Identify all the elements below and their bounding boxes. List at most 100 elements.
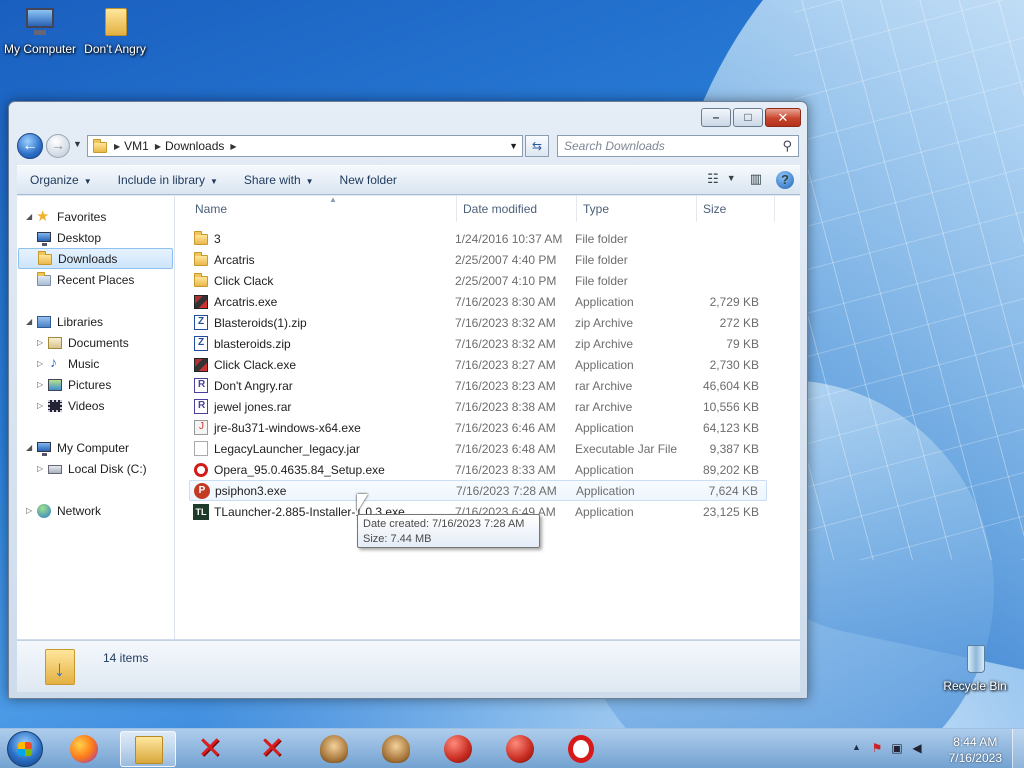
search-input[interactable]: Search Downloads ⚲ [557,135,799,157]
chevron-down-icon: ▼ [305,177,314,186]
start-button[interactable] [7,731,43,767]
nav-label: Videos [68,398,105,413]
file-date: 7/16/2023 8:27 AM [455,357,556,372]
column-header-date-modified[interactable]: Date modified [457,196,577,222]
column-header-type[interactable]: Type [577,196,697,222]
file-type: Application [575,357,634,372]
clock[interactable]: 8:44 AM 7/16/2023 [949,734,1002,766]
network-disconnected-icon[interactable]: ▣ [890,741,904,755]
new-folder-button[interactable]: New folder [327,173,410,187]
show-desktop-button[interactable] [1012,729,1024,768]
breadcrumb-vm1[interactable]: VM1 [124,139,149,153]
file-row[interactable]: Ppsiphon3.exe 7/16/2023 7:28 AM Applicatio… [189,480,767,501]
search-icon[interactable]: ⚲ [782,138,792,154]
file-row[interactable]: jewel jones.rar 7/16/2023 8:38 AM rar Arch… [189,396,767,417]
file-date: 7/16/2023 7:28 AM [456,483,557,498]
taskbar-app-cowboy-2[interactable] [368,731,424,767]
file-date: 7/16/2023 8:38 AM [455,399,556,414]
taskbar-app-bird-2[interactable] [492,731,548,767]
taskbar-app-red-x-2[interactable]: ✕ [244,731,300,767]
file-row[interactable]: jre-8u371-windows-x64.exe 7/16/2023 6:46 … [189,417,767,438]
chevron-down-icon[interactable]: ▼ [727,173,736,189]
column-header-size[interactable]: Size [697,196,775,222]
file-row[interactable]: Blasteroids(1).zip 7/16/2023 8:32 AM zip A… [189,312,767,333]
file-row[interactable]: Click Clack.exe 7/16/2023 8:27 AM Applicat… [189,354,767,375]
show-hidden-icons-icon[interactable]: ▲ [852,742,861,752]
taskbar-app-explorer[interactable] [120,731,176,767]
address-dropdown-icon[interactable]: ▼ [509,141,518,151]
share-with-button[interactable]: Share with ▼ [231,173,327,187]
collapse-arrow-icon[interactable]: ▷ [37,464,47,473]
file-row[interactable]: 3 1/24/2016 10:37 AM File folder [189,228,767,249]
nav-item-my-computer[interactable]: ◢ My Computer [17,437,129,458]
desktop-icon-recycle-bin[interactable]: Recycle Bin [935,643,1015,693]
opera-icon [568,735,594,763]
minimize-button[interactable]: – [701,108,731,127]
nav-item-libraries[interactable]: ◢ Libraries [17,311,103,332]
maximize-button[interactable]: □ [733,108,763,127]
nav-item-documents[interactable]: ▷ Documents [28,332,129,353]
nav-item-pictures[interactable]: ▷ Pictures [28,374,111,395]
desktop-icon-label: Recycle Bin [943,679,1007,693]
help-icon[interactable]: ? [776,171,794,189]
expand-arrow-icon[interactable]: ◢ [26,443,36,452]
nav-item-local-disk[interactable]: ▷ Local Disk (C:) [28,458,147,479]
breadcrumb-downloads[interactable]: Downloads [165,139,224,153]
file-row[interactable]: blasteroids.zip 7/16/2023 8:32 AM zip Arch… [189,333,767,354]
address-bar[interactable]: ▶ VM1 ▶ Downloads ▶ ▼ [87,135,523,157]
explorer-window[interactable]: – □ ✕ ← → ▼ ▶ VM1 ▶ Downloads ▶ ▼ ⇆ Sear… [8,101,808,699]
refresh-button[interactable]: ⇆ [525,135,549,157]
organize-button[interactable]: Organize ▼ [17,173,105,187]
psiphon-icon: P [194,482,210,499]
chevron-right-icon[interactable]: ▶ [155,142,161,151]
volume-muted-icon[interactable]: ◀ [910,741,924,755]
file-name-cell: Opera_95.0.4635.84_Setup.exe [189,462,443,478]
include-in-library-button[interactable]: Include in library ▼ [105,173,231,187]
taskbar-app-opera[interactable] [554,731,610,767]
file-size: 10,556 KB [702,399,759,414]
file-row[interactable]: Arcatris 2/25/2007 4:40 PM File folder [189,249,767,270]
action-center-warning-icon[interactable]: ⚑ [870,741,884,755]
chevron-right-icon[interactable]: ▶ [230,142,236,151]
taskbar-app-cowboy-1[interactable] [306,731,362,767]
expand-arrow-icon[interactable]: ◢ [26,212,36,221]
file-row[interactable]: Click Clack 2/25/2007 4:10 PM File folder [189,270,767,291]
column-header-name[interactable]: ▲ Name [189,195,457,222]
collapse-arrow-icon[interactable]: ▷ [37,359,47,368]
file-name: psiphon3.exe [215,483,287,498]
tooltip-size: Size: 7.44 MB [363,533,432,545]
file-row[interactable]: Arcatris.exe 7/16/2023 8:30 AM Application… [189,291,767,312]
nav-item-network[interactable]: ▷ Network [17,500,101,521]
nav-item-music[interactable]: ▷ ♪ Music [28,353,99,374]
forward-button[interactable]: → [46,134,70,158]
libraries-icon [36,314,52,330]
chevron-right-icon[interactable]: ▶ [114,142,120,151]
file-row[interactable]: Don't Angry.rar 7/16/2023 8:23 AM rar Arch… [189,375,767,396]
desktop-icon-my-computer[interactable]: My Computer [0,6,80,56]
nav-item-videos[interactable]: ▷ Videos [28,395,104,416]
collapse-arrow-icon[interactable]: ▷ [26,506,36,515]
file-type: rar Archive [575,399,633,414]
taskbar-app-red-x-1[interactable]: ✕ [182,731,238,767]
desktop-icon-dont-angry[interactable]: Don't Angry [75,6,155,56]
recent-places-icon [36,271,52,288]
preview-pane-icon[interactable]: ▥ [750,171,762,189]
collapse-arrow-icon[interactable]: ▷ [37,401,47,410]
collapse-arrow-icon[interactable]: ▷ [37,338,47,347]
nav-item-desktop[interactable]: Desktop [36,227,101,248]
file-row[interactable]: Opera_95.0.4635.84_Setup.exe 7/16/2023 8:… [189,459,767,480]
taskbar-app-bird-1[interactable] [430,731,486,767]
expand-arrow-icon[interactable]: ◢ [26,317,36,326]
close-button[interactable]: ✕ [765,108,801,127]
taskbar-app-firefox[interactable] [56,731,112,767]
recent-pages-dropdown[interactable]: ▼ [73,139,82,149]
back-button[interactable]: ← [17,133,43,159]
java-installer-icon [193,419,209,436]
file-row[interactable]: LegacyLauncher_legacy.jar 7/16/2023 6:48 … [189,438,767,459]
nav-item-favorites[interactable]: ◢ ★ Favorites [17,206,174,227]
nav-label: Downloads [58,251,118,266]
nav-item-recent-places[interactable]: Recent Places [36,269,134,290]
collapse-arrow-icon[interactable]: ▷ [37,380,47,389]
nav-item-downloads[interactable]: Downloads [18,248,173,269]
change-view-icon[interactable]: ☷ [707,171,719,189]
